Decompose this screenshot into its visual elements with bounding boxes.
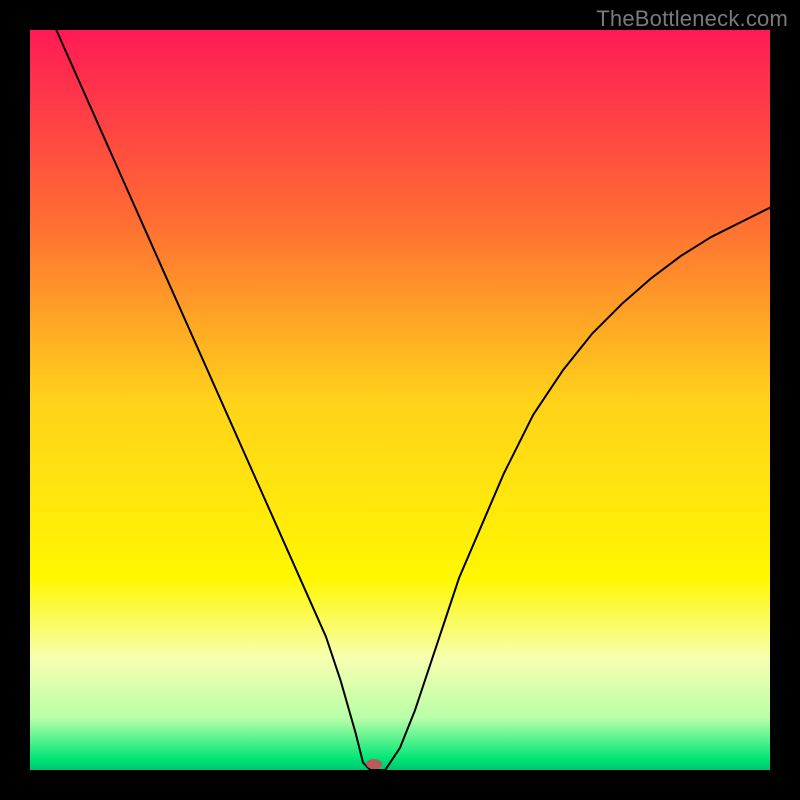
watermark-text: TheBottleneck.com <box>596 6 788 32</box>
bottleneck-chart <box>30 30 770 770</box>
plot-area <box>30 30 770 770</box>
optimal-point-marker <box>366 759 382 769</box>
gradient-background <box>30 30 770 770</box>
chart-frame: TheBottleneck.com <box>0 0 800 800</box>
